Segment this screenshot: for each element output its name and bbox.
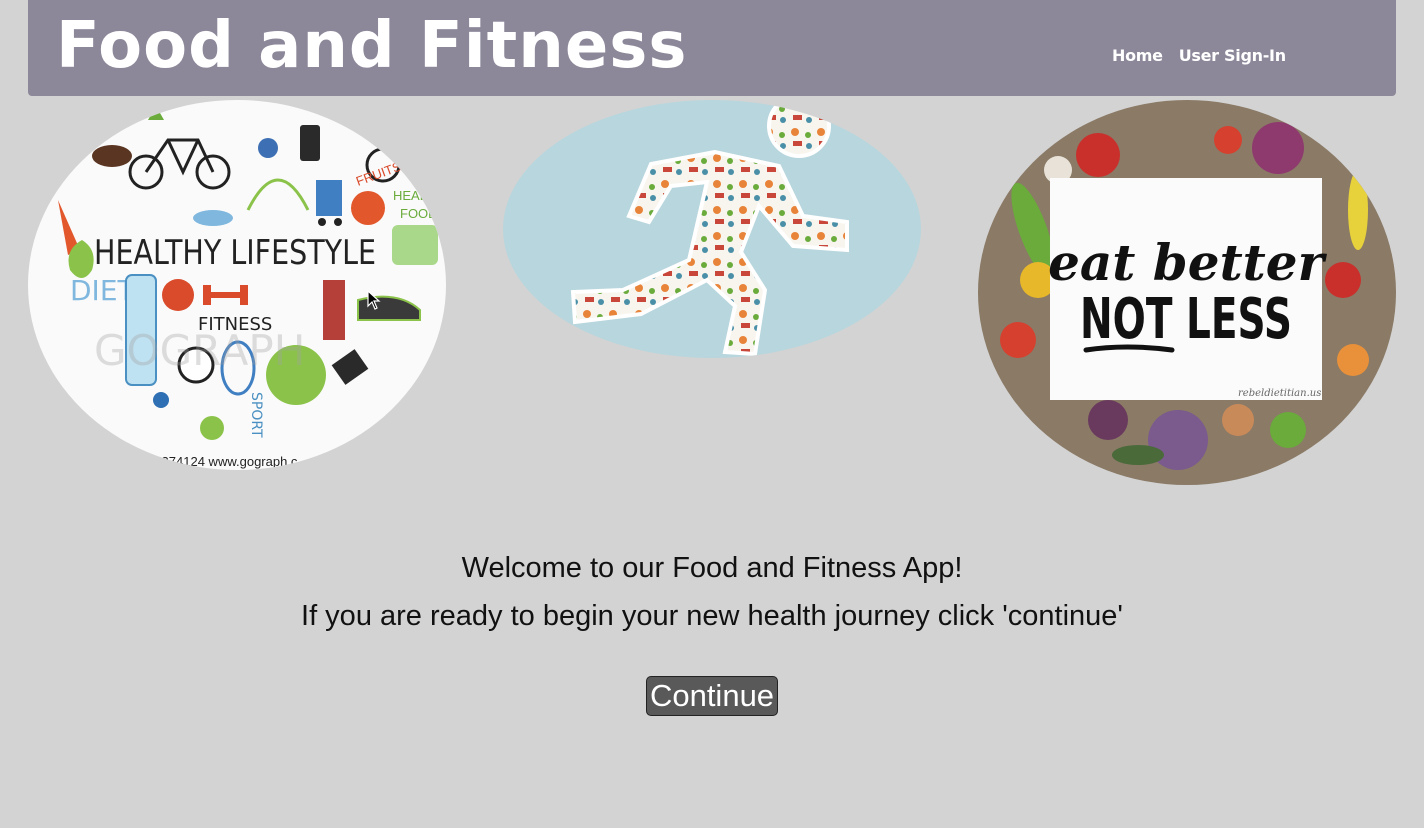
lime-icon xyxy=(200,416,224,440)
eat-better-label: eat better xyxy=(1048,233,1327,292)
food-label: FOOD xyxy=(400,206,438,221)
site-header: Food and Fitness Home User Sign-In xyxy=(28,0,1396,96)
healthy-lifestyle-image: FRUITS HEALTH FOOD HEALTHY LIFESTYLE DIE… xyxy=(28,100,446,470)
mouse-cursor-icon xyxy=(367,290,381,310)
football-icon xyxy=(92,145,132,167)
nav-user-sign-in-link[interactable]: User Sign-In xyxy=(1179,46,1286,65)
healthy-lifestyle-label: HEALTHY LIFESTYLE xyxy=(94,233,376,273)
eat-better-image: eat better NOT LESS rebeldietitian.us xyxy=(978,100,1396,485)
health-label: HEALTH xyxy=(393,188,443,203)
main-nav: Home User Sign-In xyxy=(1112,46,1286,65)
scooter-wheel-icon xyxy=(153,392,169,408)
cup-icon xyxy=(392,225,438,265)
credit-label: rebeldietitian.us xyxy=(1238,388,1321,399)
site-title: Food and Fitness xyxy=(56,9,688,83)
juice-glass-icon xyxy=(323,280,345,340)
continue-button[interactable]: Continue xyxy=(646,676,778,716)
welcome-line-2: If you are ready to begin your new healt… xyxy=(301,600,1123,632)
welcome-message: Welcome to our Food and Fitness App! If … xyxy=(0,544,1424,640)
welcome-line-1: Welcome to our Food and Fitness App! xyxy=(461,552,963,584)
runner-image xyxy=(503,100,921,358)
not-less-label: NOT LESS xyxy=(1080,287,1292,352)
image-footer-label: r2274124 www.gograph.c xyxy=(150,454,298,469)
fish-icon xyxy=(193,210,233,226)
mp3-player-icon xyxy=(300,125,320,161)
watermark-label: GOGRAPH xyxy=(94,326,305,375)
basketball-icon xyxy=(351,191,385,225)
nav-home-link[interactable]: Home xyxy=(1112,46,1163,65)
tennis-ball-icon xyxy=(258,138,278,158)
sport-label: SPORT xyxy=(248,392,264,438)
apple-icon xyxy=(162,279,194,311)
